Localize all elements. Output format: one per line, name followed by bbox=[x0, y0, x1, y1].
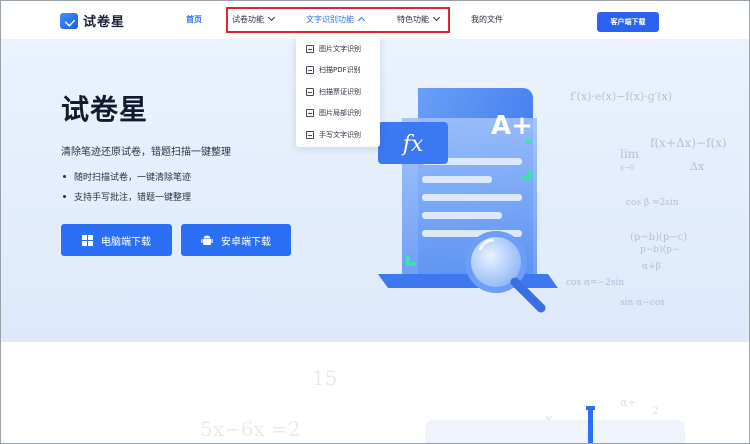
lower-section: 15 5x−6x =2 x α+ 2 bbox=[0, 342, 750, 444]
nav-home-label: 首页 bbox=[186, 15, 202, 24]
formula-watermark: lim bbox=[620, 147, 640, 161]
formula-watermark: cos β =2sin bbox=[626, 198, 679, 208]
android-download-button[interactable]: 安卓端下载 bbox=[181, 224, 291, 256]
brand-logo[interactable]: 试卷星 bbox=[60, 11, 125, 30]
windows-download-button[interactable]: 电脑端下载 bbox=[61, 224, 172, 256]
dropdown-item-label: 图片局部识别 bbox=[319, 109, 361, 118]
ticket-scan-icon bbox=[306, 87, 314, 96]
nav-special-features[interactable]: 特色功能 bbox=[397, 13, 441, 25]
formula-watermark: (p−b)(p−c) bbox=[630, 232, 688, 243]
logo-icon bbox=[60, 12, 78, 29]
android-icon bbox=[201, 234, 213, 246]
dropdown-item-ticket-ocr[interactable]: 扫描票证识别 bbox=[296, 81, 380, 103]
client-download-button[interactable]: 客户端下载 bbox=[597, 12, 659, 32]
windows-icon bbox=[82, 234, 93, 246]
nav-home[interactable]: 首页 bbox=[186, 14, 202, 25]
chevron-down-icon bbox=[267, 13, 276, 22]
image-text-icon bbox=[306, 44, 314, 53]
document-illustration: fx A+ bbox=[378, 88, 558, 313]
formula-watermark: p−b)(p− bbox=[640, 245, 680, 255]
formula-watermark: 2 bbox=[652, 406, 659, 417]
feature-bullet-text: 随时扫描试卷，一键清除笔迹 bbox=[74, 173, 192, 183]
handwriting-icon bbox=[306, 130, 314, 139]
nav-ocr-features[interactable]: 文字识别功能 bbox=[306, 14, 366, 25]
grade-badge-text: A+ bbox=[491, 111, 533, 141]
formula-watermark: f(x+Δx)−f(x) bbox=[650, 136, 727, 150]
formula-watermark: 5x−6x =2 bbox=[200, 417, 301, 441]
image-crop-icon bbox=[306, 109, 314, 118]
formula-watermark: Δx bbox=[690, 160, 705, 173]
accent-bar-tip bbox=[586, 406, 595, 410]
bullet-dot-icon bbox=[63, 195, 66, 198]
nav-my-files-label: 我的文件 bbox=[471, 15, 503, 24]
chevron-up-icon bbox=[357, 16, 366, 25]
fx-badge-text: fx bbox=[401, 132, 424, 157]
hero-title: 试卷星 bbox=[61, 93, 149, 126]
android-download-label: 安卓端下载 bbox=[221, 236, 271, 248]
feature-bullet-text: 支持手写批注，错题一键整理 bbox=[74, 193, 192, 203]
top-navbar: 试卷星 首页 试卷功能 文字识别功能 特色功能 我的文件 客户端下载 bbox=[0, 0, 750, 40]
dropdown-item-label: 扫描PDF识别 bbox=[319, 66, 361, 75]
bullet-dot-icon bbox=[63, 175, 66, 178]
feature-bullet: 随时扫描试卷，一键清除笔迹 bbox=[63, 170, 191, 183]
dropdown-item-label: 扫描票证识别 bbox=[319, 87, 361, 96]
dropdown-item-image-ocr[interactable]: 图片文字识别 bbox=[296, 38, 380, 60]
formula-watermark: α+ bbox=[620, 396, 637, 409]
client-download-label: 客户端下载 bbox=[610, 18, 646, 26]
pdf-scan-icon bbox=[306, 66, 314, 75]
nav-exam-features-label: 试卷功能 bbox=[232, 15, 264, 24]
content-card bbox=[425, 420, 685, 444]
dropdown-item-pdf-ocr[interactable]: 扫描PDF识别 bbox=[296, 60, 380, 82]
dropdown-item-label: 手写文字识别 bbox=[319, 130, 361, 139]
brand-name: 试卷星 bbox=[83, 15, 126, 30]
formula-watermark: 15 bbox=[312, 366, 338, 390]
formula-watermark: α+β bbox=[642, 262, 661, 272]
hero-subtitle: 清除笔迹还原试卷，错题扫描一键整理 bbox=[61, 147, 231, 158]
chevron-down-icon bbox=[432, 13, 441, 22]
formula-watermark: x→0 bbox=[620, 164, 635, 172]
formula-watermark: f′(x)·e(x)−f(x)·g′(x) bbox=[570, 90, 673, 103]
nav-ocr-features-label: 文字识别功能 bbox=[306, 15, 354, 24]
windows-download-label: 电脑端下载 bbox=[101, 236, 151, 248]
nav-my-files[interactable]: 我的文件 bbox=[471, 14, 503, 25]
dropdown-item-label: 图片文字识别 bbox=[319, 44, 361, 53]
nav-exam-features[interactable]: 试卷功能 bbox=[232, 13, 276, 25]
nav-special-features-label: 特色功能 bbox=[397, 15, 429, 24]
dropdown-item-partial-ocr[interactable]: 图片局部识别 bbox=[296, 103, 380, 125]
ocr-features-dropdown: 图片文字识别 扫描PDF识别 扫描票证识别 图片局部识别 手写文字识别 bbox=[296, 36, 380, 147]
dropdown-item-handwriting-ocr[interactable]: 手写文字识别 bbox=[296, 124, 380, 146]
feature-bullet: 支持手写批注，错题一键整理 bbox=[63, 190, 191, 203]
formula-watermark: sin α−cos bbox=[620, 298, 665, 308]
accent-bar bbox=[588, 408, 593, 444]
